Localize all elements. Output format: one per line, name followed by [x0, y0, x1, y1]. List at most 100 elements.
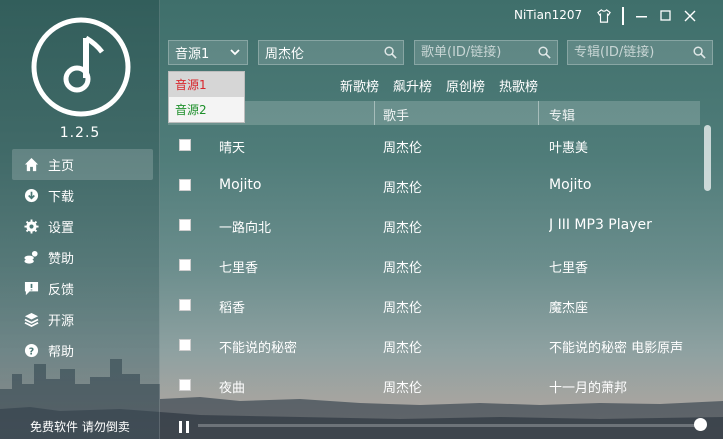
window-controls: [592, 6, 702, 26]
song-list: 晴天 周杰伦 叶惠美 Mojito 周杰伦 Mojito 一路向北 周杰伦 J …: [168, 125, 700, 405]
version-label: 1.2.5: [59, 125, 101, 141]
column-header-album[interactable]: 专辑: [549, 105, 575, 124]
sidebar-item-sponsor[interactable]: 赞助: [12, 242, 153, 273]
sidebar-item-label: 主页: [48, 159, 75, 174]
chevron-down-icon: [229, 46, 241, 62]
album-search-field[interactable]: [567, 40, 713, 65]
tab-hot[interactable]: 热歌榜: [499, 76, 538, 95]
row-checkbox[interactable]: [179, 219, 191, 231]
sidebar-item-opensource[interactable]: 开源: [12, 304, 153, 335]
song-title: 七里香: [219, 261, 259, 276]
sidebar-item-label: 设置: [48, 221, 75, 236]
close-icon[interactable]: [678, 6, 702, 26]
sidebar-item-download[interactable]: 下载: [12, 180, 153, 211]
song-title: 晴天: [219, 141, 246, 156]
sidebar-item-label: 开源: [48, 314, 75, 329]
layers-icon: [22, 311, 40, 329]
playlist-search-input[interactable]: [421, 45, 557, 60]
song-album: 七里香: [549, 261, 589, 276]
table-row[interactable]: 稻香 周杰伦 魔杰座: [168, 285, 700, 325]
search-icon[interactable]: [693, 46, 706, 63]
source-select[interactable]: 音源1: [168, 40, 248, 65]
tab-new-songs[interactable]: 新歌榜: [340, 76, 379, 95]
feedback-icon: [22, 280, 40, 298]
song-album: 十一月的萧邦: [549, 381, 628, 396]
sidebar: 1.2.5 主页 下载 设置 赞助 反馈 开源 ? 帮助: [0, 0, 160, 439]
table-header: 歌手 专辑: [168, 101, 700, 125]
minimize-icon[interactable]: [630, 6, 654, 26]
sidebar-item-help[interactable]: ? 帮助: [12, 335, 153, 366]
column-divider: [538, 101, 539, 125]
song-artist: 周杰伦: [383, 381, 423, 396]
footer-notice: 免费软件 请勿倒卖: [30, 420, 130, 434]
gear-icon: [22, 218, 40, 236]
source-option-2[interactable]: 音源2: [169, 97, 244, 122]
shirt-icon[interactable]: [592, 6, 616, 26]
song-title: 不能说的秘密: [219, 341, 298, 356]
column-divider: [374, 101, 375, 125]
sidebar-item-settings[interactable]: 设置: [12, 211, 153, 242]
table-row[interactable]: 夜曲 周杰伦 十一月的萧邦: [168, 365, 700, 405]
song-artist: 周杰伦: [383, 221, 423, 236]
music-note-logo-icon: [31, 17, 131, 117]
sidebar-item-home[interactable]: 主页: [12, 149, 153, 180]
song-search-field[interactable]: [258, 40, 404, 65]
tab-rising[interactable]: 飙升榜: [393, 76, 432, 95]
home-icon: [22, 156, 40, 174]
sidebar-item-label: 帮助: [48, 345, 75, 360]
table-row[interactable]: 晴天 周杰伦 叶惠美: [168, 125, 700, 165]
source-select-value: 音源1: [175, 47, 210, 62]
title-bar: NiTian1207: [160, 0, 723, 32]
song-album: 叶惠美: [549, 141, 589, 156]
album-search-input[interactable]: [574, 45, 712, 60]
progress-knob[interactable]: [694, 418, 707, 431]
scrollbar-thumb[interactable]: [704, 125, 711, 191]
row-checkbox[interactable]: [179, 379, 191, 391]
source-dropdown-menu: 音源1 音源2: [168, 71, 245, 123]
playlist-search-field[interactable]: [414, 40, 558, 65]
coins-icon: [22, 249, 40, 267]
song-album: 魔杰座: [549, 301, 589, 316]
song-album: 不能说的秘密 电影原声: [549, 341, 684, 356]
table-row[interactable]: 一路向北 周杰伦 J III MP3 Player: [168, 205, 700, 245]
svg-text:?: ?: [28, 346, 33, 357]
song-artist: 周杰伦: [383, 261, 423, 276]
song-artist: 周杰伦: [383, 181, 423, 196]
column-header-artist[interactable]: 歌手: [383, 105, 409, 124]
sidebar-item-label: 反馈: [48, 283, 75, 298]
username-label[interactable]: NiTian1207: [514, 8, 582, 22]
row-checkbox[interactable]: [179, 179, 191, 191]
download-icon: [22, 187, 40, 205]
maximize-icon[interactable]: [654, 6, 678, 26]
song-search-input[interactable]: [265, 45, 403, 60]
table-row[interactable]: Mojito 周杰伦 Mojito: [168, 165, 700, 205]
song-album: J III MP3 Player: [549, 217, 652, 233]
song-album: Mojito: [549, 177, 592, 193]
song-title: 夜曲: [219, 381, 246, 396]
row-checkbox[interactable]: [179, 139, 191, 151]
source-option-1[interactable]: 音源1: [169, 72, 244, 97]
sidebar-item-feedback[interactable]: 反馈: [12, 273, 153, 304]
help-icon: ?: [22, 342, 40, 360]
song-title: 稻香: [219, 301, 246, 316]
song-artist: 周杰伦: [383, 301, 423, 316]
pause-icon[interactable]: [177, 420, 191, 434]
song-title: Mojito: [219, 177, 262, 193]
sidebar-nav: 主页 下载 设置 赞助 反馈 开源 ? 帮助: [12, 149, 153, 366]
playback-progress-bar[interactable]: [198, 424, 698, 427]
sidebar-item-label: 赞助: [48, 252, 75, 267]
search-icon[interactable]: [384, 46, 397, 63]
row-checkbox[interactable]: [179, 339, 191, 351]
table-row[interactable]: 七里香 周杰伦 七里香: [168, 245, 700, 285]
sidebar-item-label: 下载: [48, 190, 75, 205]
row-checkbox[interactable]: [179, 299, 191, 311]
search-icon[interactable]: [538, 46, 551, 63]
tab-original[interactable]: 原创榜: [446, 76, 485, 95]
divider: [616, 6, 630, 26]
song-artist: 周杰伦: [383, 141, 423, 156]
table-row[interactable]: 不能说的秘密 周杰伦 不能说的秘密 电影原声: [168, 325, 700, 365]
row-checkbox[interactable]: [179, 259, 191, 271]
chart-tabs: 新歌榜 飙升榜 原创榜 热歌榜: [340, 76, 538, 95]
song-artist: 周杰伦: [383, 341, 423, 356]
song-title: 一路向北: [219, 221, 272, 236]
